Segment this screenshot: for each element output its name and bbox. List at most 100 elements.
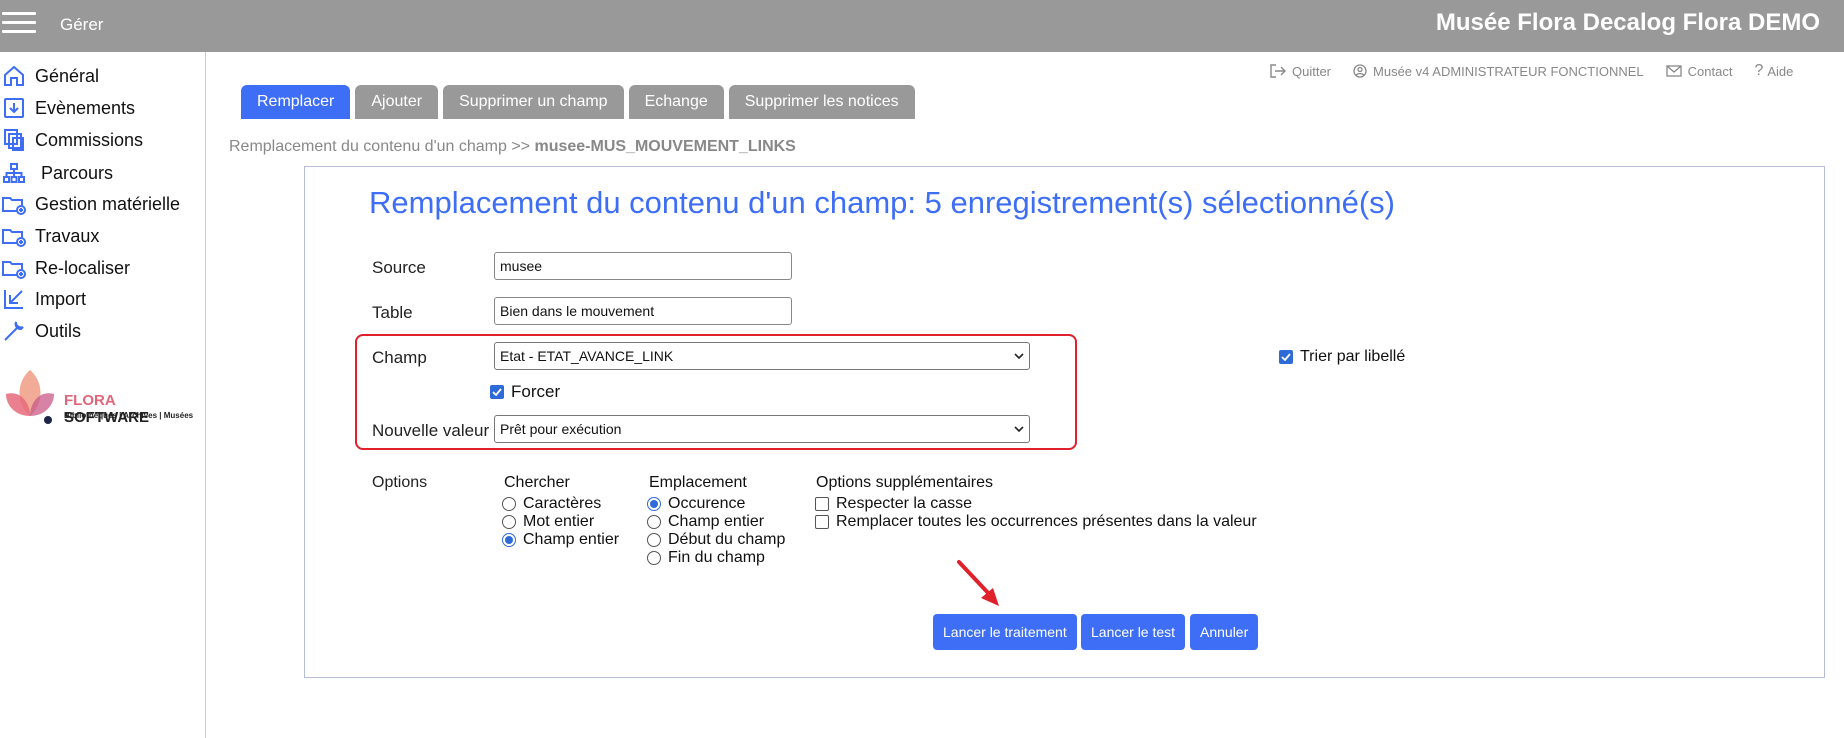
checkbox-checked-icon — [1279, 350, 1293, 364]
sidebar-item-label: Commissions — [35, 129, 144, 150]
tab-bar: Remplacer Ajouter Supprimer un champ Ech… — [241, 85, 920, 119]
breadcrumb-current: musee-MUS_MOUVEMENT_LINKS — [534, 138, 796, 155]
sidebar-item-general[interactable]: Général — [0, 62, 99, 90]
radio-unchecked-icon — [647, 533, 661, 547]
force-label: Forcer — [511, 382, 561, 401]
contact-link[interactable]: Contact — [1666, 62, 1733, 80]
replace-form-panel: Remplacement du contenu d'un champ: 5 en… — [304, 166, 1825, 678]
new-value-label: Nouvelle valeur — [372, 421, 490, 440]
sidebar-item-evenements[interactable]: Evènements — [0, 94, 135, 122]
champ-label: Champ — [372, 348, 427, 367]
calendar-download-icon — [0, 94, 28, 122]
location-option-champ-entier[interactable]: Champ entier — [647, 513, 764, 531]
breadcrumb-path: Remplacement du contenu d'un champ >> — [229, 138, 535, 155]
option-label: Occurence — [668, 495, 746, 512]
folder-add-icon — [0, 222, 28, 250]
page-title: Remplacement du contenu d'un champ: 5 en… — [369, 185, 1395, 220]
logo-wordmark: FLORA SOFTWARE — [64, 392, 149, 426]
search-option-champ-entier[interactable]: Champ entier — [502, 531, 619, 549]
app-title: Musée Flora Decalog Flora DEMO — [1435, 9, 1820, 36]
sidebar-item-commissions[interactable]: Commissions — [0, 126, 143, 154]
help-label: Aide — [1767, 63, 1794, 79]
user-label: Musée v4 ADMINISTRATEUR FONCTIONNEL — [1373, 63, 1644, 79]
sidebar-item-label: Gestion matérielle — [35, 193, 181, 214]
sidebar-item-travaux[interactable]: Travaux — [0, 222, 99, 250]
flora-software-logo: FLORA SOFTWARE Bibliothèques | Archives … — [0, 362, 200, 432]
contact-label: Contact — [1687, 63, 1733, 79]
extra-options-heading: Options supplémentaires — [816, 474, 993, 491]
option-label: Fin du champ — [668, 549, 765, 566]
table-input[interactable] — [494, 297, 792, 325]
run-test-button[interactable]: Lancer le test — [1081, 614, 1186, 650]
sidebar-item-label: Parcours — [41, 162, 114, 183]
champ-select[interactable]: Etat - ETAT_AVANCE_LINK — [494, 342, 1030, 370]
run-processing-button[interactable]: Lancer le traitement — [933, 614, 1077, 650]
option-label: Caractères — [523, 495, 602, 512]
location-option-occurence[interactable]: Occurence — [647, 495, 745, 513]
option-label: Mot entier — [523, 513, 595, 530]
hamburger-menu-icon[interactable] — [2, 12, 36, 36]
sidebar-item-re-localiser[interactable]: Re-localiser — [0, 254, 130, 282]
sidebar-item-gestion-materielle[interactable]: Gestion matérielle — [0, 190, 180, 218]
quit-label: Quitter — [1292, 63, 1332, 79]
tab-ajouter[interactable]: Ajouter — [355, 85, 439, 119]
folder-add-icon — [0, 254, 28, 282]
location-heading: Emplacement — [649, 474, 747, 491]
top-bar: Gérer Musée Flora Decalog Flora DEMO — [0, 0, 1844, 52]
search-heading: Chercher — [504, 474, 570, 491]
sidebar-item-import[interactable]: Import — [0, 285, 86, 313]
checkbox-checked-icon — [490, 385, 504, 399]
radio-unchecked-icon — [647, 515, 661, 529]
import-arrow-icon — [0, 285, 28, 313]
source-label: Source — [372, 258, 426, 277]
search-option-caracteres[interactable]: Caractères — [502, 495, 601, 513]
champ-selected-value: Etat - ETAT_AVANCE_LINK — [500, 348, 674, 364]
radio-unchecked-icon — [502, 497, 516, 511]
sidebar-item-label: Evènements — [35, 97, 136, 118]
sidebar-item-label: Outils — [35, 320, 82, 341]
logo-tagline: Bibliothèques | Archives | Musées — [64, 411, 194, 420]
sitemap-icon — [0, 159, 28, 187]
sort-by-label-checkbox[interactable]: Trier par libellé — [1279, 348, 1405, 366]
radio-checked-icon — [647, 497, 661, 511]
checkbox-unchecked-icon — [815, 515, 829, 529]
folder-add-icon — [0, 190, 28, 218]
chevron-down-icon — [1014, 426, 1024, 432]
sidebar-item-outils[interactable]: Outils — [0, 317, 81, 345]
source-input[interactable] — [494, 252, 792, 280]
radio-unchecked-icon — [647, 551, 661, 565]
table-label: Table — [372, 303, 413, 322]
tab-echange[interactable]: Echange — [628, 85, 724, 119]
menu-label[interactable]: Gérer — [60, 15, 103, 35]
quit-link[interactable]: Quitter — [1270, 62, 1331, 80]
search-option-mot-entier[interactable]: Mot entier — [502, 513, 594, 531]
sidebar: Général Evènements Commissions Parcours … — [0, 52, 206, 738]
cancel-button[interactable]: Annuler — [1190, 614, 1259, 650]
sidebar-item-parcours[interactable]: Parcours — [0, 159, 113, 187]
tab-remplacer[interactable]: Remplacer — [241, 85, 351, 119]
tab-supprimer-les-notices[interactable]: Supprimer les notices — [728, 85, 915, 119]
user-link[interactable]: Musée v4 ADMINISTRATEUR FONCTIONNEL — [1353, 62, 1644, 80]
replace-all-occurrences-checkbox[interactable]: Remplacer toutes les occurrences présent… — [815, 513, 1257, 531]
option-label: Remplacer toutes les occurrences présent… — [836, 513, 1257, 530]
envelope-icon — [1666, 65, 1682, 77]
options-label: Options — [372, 474, 428, 491]
location-option-debut-du-champ[interactable]: Début du champ — [647, 531, 785, 549]
help-link[interactable]: ? Aide — [1754, 62, 1793, 80]
location-option-fin-du-champ[interactable]: Fin du champ — [647, 549, 765, 567]
option-label: Respecter la casse — [836, 495, 973, 512]
header-links: Quitter Musée v4 ADMINISTRATEUR FONCTION… — [1270, 62, 1815, 80]
red-arrow-icon — [957, 560, 999, 606]
new-value-select[interactable]: Prêt pour exécution — [494, 415, 1030, 443]
radio-unchecked-icon — [502, 515, 516, 529]
chevron-down-icon — [1014, 353, 1024, 359]
tab-supprimer-un-champ[interactable]: Supprimer un champ — [443, 85, 624, 119]
radio-checked-icon — [502, 533, 516, 547]
match-case-checkbox[interactable]: Respecter la casse — [815, 495, 972, 513]
wrench-icon — [0, 317, 28, 345]
force-checkbox[interactable]: Forcer — [490, 382, 560, 402]
sidebar-item-label: Travaux — [35, 225, 100, 246]
option-label: Début du champ — [668, 531, 786, 548]
sidebar-item-label: Import — [35, 288, 87, 309]
breadcrumb: Remplacement du contenu d'un champ >> mu… — [229, 138, 796, 156]
